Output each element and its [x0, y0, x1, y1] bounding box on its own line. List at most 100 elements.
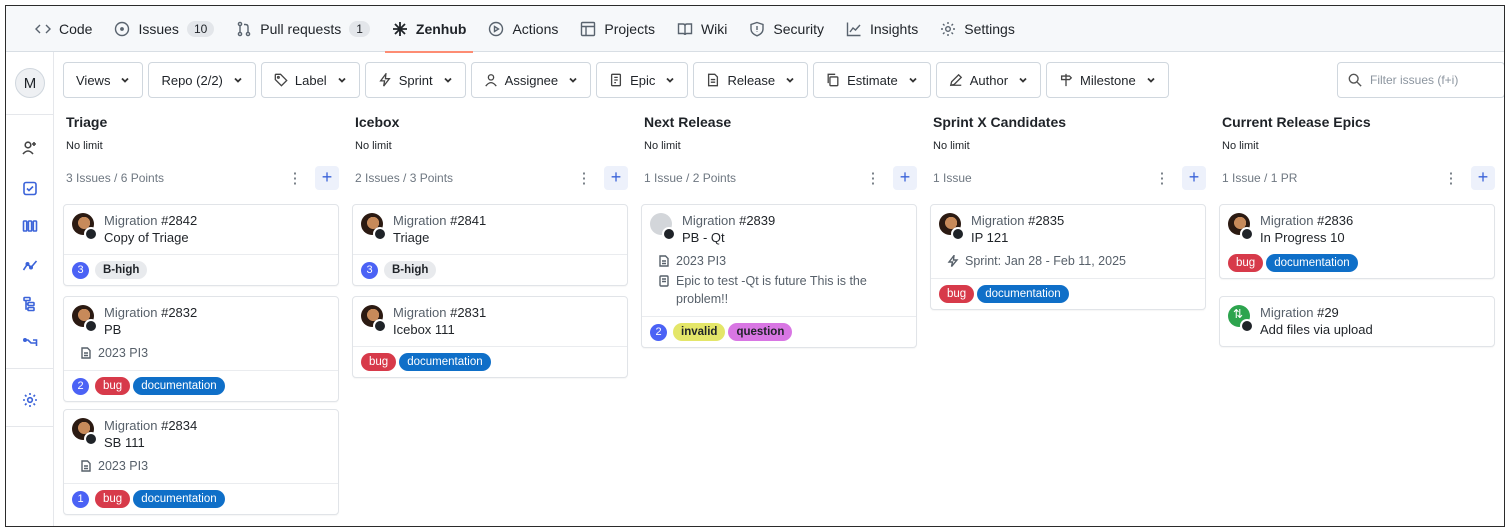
add-issue-button[interactable]: + [604, 166, 628, 190]
sidebar-item-dependencies[interactable] [20, 332, 40, 352]
tab-label: Insights [869, 20, 919, 37]
repo-name: Migration [104, 305, 158, 320]
release-icon [81, 347, 91, 359]
sidebar-item-hierarchy[interactable] [20, 294, 40, 314]
add-issue-button[interactable]: + [893, 166, 917, 190]
tab-label: Issues [138, 20, 179, 37]
tab-label: Actions [512, 20, 559, 37]
pipeline-next-release: Next Release No limit 1 Issue / 2 Points… [641, 114, 917, 190]
tab-insights[interactable]: Insights [835, 6, 929, 52]
views-filter-button[interactable]: Views [63, 62, 144, 98]
tab-label: Code [59, 20, 93, 37]
chevron-down-icon [1019, 77, 1027, 83]
chevron-down-icon [786, 77, 794, 83]
tab-wiki[interactable]: Wiki [666, 6, 738, 52]
issue-card[interactable]: Migration #2841 Triage 3 B-high [352, 204, 628, 286]
issue-card[interactable]: Migration #2842 Copy of Triage 3 B-high [63, 204, 339, 286]
author-filter-button[interactable]: Author [935, 62, 1042, 98]
label-bug: bug [95, 377, 131, 395]
tab-actions[interactable]: Actions [477, 6, 569, 52]
sidebar-divider [6, 368, 54, 369]
filter-issues-search[interactable] [1337, 62, 1504, 98]
filter-label: Sprint [398, 72, 433, 88]
github-icon [662, 227, 676, 241]
label-documentation: documentation [1266, 254, 1358, 272]
tab-projects[interactable]: Projects [569, 6, 666, 52]
pipeline-stats: 3 Issues / 6 Points [66, 171, 165, 185]
add-issue-button[interactable]: + [315, 166, 339, 190]
search-input[interactable] [1370, 73, 1500, 87]
zenhub-sidebar: M [6, 52, 54, 526]
github-icon [373, 227, 387, 241]
epic-filter-button[interactable]: Epic [596, 62, 689, 98]
filter-label: Label [294, 72, 327, 88]
issue-title: IP 121 [971, 230, 1009, 245]
issue-card[interactable]: Migration #2835 IP 121 Sprint: Jan 28 - … [930, 204, 1206, 310]
tab-issues[interactable]: Issues 10 [103, 6, 225, 52]
chevron-down-icon [909, 77, 917, 83]
pipeline-limit: No limit [66, 140, 103, 152]
kebab-menu-icon[interactable]: ⋮ [1152, 169, 1172, 187]
estimate-badge: 1 [72, 490, 89, 508]
assignee-avatar [361, 305, 387, 333]
kebab-menu-icon[interactable]: ⋮ [863, 169, 883, 187]
release-name: 2023 PI3 [98, 346, 149, 360]
label-documentation: documentation [399, 353, 491, 371]
milestone-filter-button[interactable]: Milestone [1046, 62, 1169, 98]
kebab-menu-icon[interactable]: ⋮ [285, 169, 305, 187]
workspace-avatar[interactable]: M [15, 68, 45, 98]
assignee-filter-button[interactable]: Assignee [470, 62, 592, 98]
assignee-avatar [1228, 213, 1254, 241]
filter-label: Views [76, 72, 111, 88]
issue-number: #2836 [1317, 213, 1354, 228]
issue-number: #2832 [161, 305, 198, 320]
sprint-filter-button[interactable]: Sprint [364, 62, 466, 98]
issue-card[interactable]: Migration #2831 Icebox 111 bug documenta… [352, 296, 628, 378]
tab-settings[interactable]: Settings [929, 6, 1026, 52]
label-bug: bug [1228, 254, 1264, 272]
chevron-down-icon [121, 77, 130, 83]
issue-card[interactable]: Migration #2834 SB 111 2023 PI3 1 bug do… [63, 409, 339, 515]
label-documentation: documentation [977, 285, 1069, 303]
chevron-down-icon [666, 77, 675, 83]
sidebar-item-roadmap[interactable] [20, 256, 40, 276]
issue-card[interactable]: Migration #2839 PB - Qt 2023 PI3 Epic to… [641, 204, 917, 348]
issue-card[interactable]: Migration #2832 PB 2023 PI3 2 bug docume… [63, 296, 339, 402]
add-issue-button[interactable]: + [1182, 166, 1206, 190]
issue-title: PB - Qt [682, 230, 725, 245]
tab-security[interactable]: Security [738, 6, 835, 52]
label-bug: bug [361, 353, 397, 371]
pipeline-current-release-epics: Current Release Epics No limit 1 Issue /… [1219, 114, 1495, 190]
repo-nav: Code Issues 10 Pull requests 1 Zenhub Ac… [6, 6, 1504, 53]
label-filter-button[interactable]: Label [260, 62, 360, 98]
play-icon [489, 21, 504, 36]
hierarchy-icon [23, 296, 35, 312]
pull-request-avatar [1228, 305, 1254, 333]
document-icon [708, 73, 719, 87]
repo-name: Migration [682, 213, 736, 228]
issue-card[interactable]: Migration #2836 In Progress 10 bug docum… [1219, 204, 1495, 279]
label-b-high: B-high [384, 261, 437, 279]
pipeline-triage: Triage No limit 3 Issues / 6 Points ⋮ + [63, 114, 339, 190]
tab-label: Projects [604, 20, 655, 37]
pull-request-card[interactable]: Migration #29 Add files via upload [1219, 296, 1495, 347]
tab-code[interactable]: Code [24, 6, 103, 52]
sidebar-item-add-user[interactable] [20, 138, 40, 158]
release-filter-button[interactable]: Release [693, 62, 809, 98]
label-bug: bug [95, 490, 131, 508]
kebab-menu-icon[interactable]: ⋮ [574, 169, 594, 187]
tab-zenhub[interactable]: Zenhub [381, 6, 478, 53]
assignee-avatar [72, 213, 98, 241]
kebab-menu-icon[interactable]: ⋮ [1441, 169, 1461, 187]
estimate-filter-button[interactable]: Estimate [813, 62, 931, 98]
issue-title: Icebox 111 [393, 322, 455, 337]
sprint-name: Sprint: Jan 28 - Feb 11, 2025 [965, 254, 1126, 268]
tab-pull-requests[interactable]: Pull requests 1 [225, 6, 381, 52]
repo-filter-button[interactable]: Repo (2/2) [148, 62, 256, 98]
sidebar-item-board[interactable] [20, 216, 40, 236]
sidebar-item-board-check[interactable] [20, 178, 40, 198]
add-issue-button[interactable]: + [1471, 166, 1495, 190]
issues-count-badge: 10 [186, 20, 215, 37]
sidebar-item-settings[interactable] [20, 390, 40, 410]
issue-number: #2841 [450, 213, 487, 228]
